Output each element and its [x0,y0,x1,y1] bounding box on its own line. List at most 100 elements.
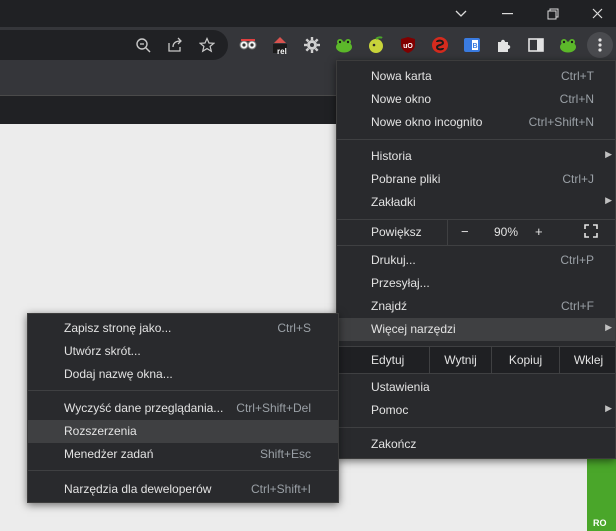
gear-icon[interactable] [300,33,324,57]
menu-item-help[interactable]: Pomoc ▶ [337,399,615,422]
copy-button[interactable]: Kopiuj [491,347,559,373]
menu-item-label: Wyczyść dane przeglądania... [64,401,224,415]
menu-item-label: Przesyłaj... [371,276,430,290]
submenu-item-dev-tools[interactable]: Narzędzia dla deweloperów Ctrl+Shift+I [28,478,338,501]
menu-separator [337,245,615,246]
menu-item-new-window[interactable]: Nowe okno Ctrl+N [337,88,615,111]
minimize-button[interactable] [484,0,530,27]
menu-item-incognito[interactable]: Nowe okno incognito Ctrl+Shift+N [337,111,615,134]
zoom-in-button[interactable]: + [535,224,543,239]
menu-item-shortcut: Ctrl+Shift+Del [236,401,311,415]
menu-item-shortcut: Ctrl+J [562,172,594,186]
menu-item-shortcut: Shift+Esc [259,447,311,461]
chrome-main-menu: Nowa karta Ctrl+T Nowe okno Ctrl+N Nowe … [336,60,616,459]
menu-item-label: Historia [371,149,412,163]
edit-label: Edytuj [371,353,405,367]
browser-toolbar: rel uO B [0,27,616,63]
menu-item-find[interactable]: Znajdź Ctrl+F [337,295,615,318]
reader-icon[interactable] [236,33,260,57]
menu-item-label: Narzędzia dla deweloperów [64,482,212,496]
menu-item-downloads[interactable]: Pobrane pliki Ctrl+J [337,168,615,191]
zoom-controls: − 90% + [447,219,616,245]
more-tools-submenu: Zapisz stronę jako... Ctrl+S Utwórz skró… [27,313,339,503]
submenu-arrow-icon: ▶ [605,195,612,205]
ublock-icon[interactable]: uO [396,33,420,57]
submenu-item-task-manager[interactable]: Menedżer zadań Shift+Esc [28,443,338,466]
lemon-icon[interactable] [364,33,388,57]
close-button[interactable] [574,0,616,27]
menu-item-label: Nowa karta [371,69,432,83]
submenu-arrow-icon: ▶ [605,322,612,332]
submenu-item-create-shortcut[interactable]: Utwórz skrót... [28,340,338,363]
zoom-out-button[interactable]: − [461,224,469,239]
zoom-value: 90% [494,225,519,239]
submenu-item-extensions[interactable]: Rozszerzenia [28,420,338,443]
menu-item-label: Znajdź [371,299,408,313]
page-side-label: RO [593,518,607,528]
address-bar[interactable] [0,30,228,60]
menu-item-history[interactable]: Historia ▶ [337,145,615,168]
menu-item-shortcut: Ctrl+P [560,253,594,267]
menu-edit-row: Edytuj Wytnij Kopiuj Wklej [337,347,615,373]
menu-item-shortcut: Ctrl+Shift+I [250,482,311,496]
submenu-arrow-icon: ▶ [605,149,612,159]
frog-icon[interactable] [332,33,356,57]
frog-icon-2[interactable] [556,33,580,57]
kebab-icon[interactable] [587,32,613,58]
sidepanel-icon[interactable] [524,33,548,57]
svg-text:uO: uO [403,43,413,50]
restore-button[interactable] [530,0,576,27]
cut-button[interactable]: Wytnij [429,347,491,373]
menu-item-label: Drukuj... [371,253,416,267]
menu-separator [28,470,338,471]
menu-item-label: Utwórz skrót... [64,344,141,358]
menu-item-label: Menedżer zadań [64,447,154,461]
svg-text:B: B [472,43,477,50]
menu-zoom-row: Powiększ − 90% + [337,219,615,245]
translate-icon[interactable]: B [460,33,484,57]
rel-icon[interactable]: rel [268,33,292,57]
menu-item-label: Więcej narzędzi [371,322,456,336]
menu-item-label: Rozszerzenia [64,424,137,438]
share-icon[interactable] [163,33,187,57]
menu-item-label: Zapisz stronę jako... [64,321,172,335]
menu-item-print[interactable]: Drukuj... Ctrl+P [337,249,615,272]
menu-item-new-tab[interactable]: Nowa karta Ctrl+T [337,65,615,88]
tab-search-chevron-icon[interactable] [438,0,484,27]
puzzle-icon[interactable] [492,33,516,57]
zoom-indicator-icon[interactable] [131,33,155,57]
menu-separator [337,373,615,374]
menu-separator [28,390,338,391]
submenu-item-save-page[interactable]: Zapisz stronę jako... Ctrl+S [28,317,338,340]
submenu-arrow-icon: ▶ [605,403,612,413]
fullscreen-icon[interactable] [584,224,598,238]
submenu-item-name-window[interactable]: Dodaj nazwę okna... [28,363,338,386]
title-bar [0,0,616,27]
menu-separator [337,139,615,140]
menu-item-label: Dodaj nazwę okna... [64,367,173,381]
menu-item-bookmarks[interactable]: Zakładki ▶ [337,191,615,214]
submenu-item-clear-data[interactable]: Wyczyść dane przeglądania... Ctrl+Shift+… [28,397,338,420]
menu-item-label: Ustawienia [371,380,430,394]
menu-item-label: Nowe okno incognito [371,115,483,129]
menu-item-shortcut: Ctrl+F [561,299,594,313]
menu-item-shortcut: Ctrl+Shift+N [528,115,594,129]
menu-item-label: Zakończ [371,437,417,451]
menu-item-exit[interactable]: Zakończ [337,433,615,456]
menu-item-shortcut: Ctrl+S [277,321,311,335]
shield-red-icon[interactable] [428,33,452,57]
menu-item-more-tools[interactable]: Więcej narzędzi ▶ [337,318,615,341]
menu-item-shortcut: Ctrl+N [559,92,594,106]
bookmark-star-icon[interactable] [195,33,219,57]
menu-item-label: Zakładki [371,195,416,209]
rel-badge: rel [277,47,287,56]
menu-item-label: Pomoc [371,403,409,417]
menu-item-settings[interactable]: Ustawienia [337,376,615,399]
menu-item-shortcut: Ctrl+T [561,69,594,83]
menu-item-label: Nowe okno [371,92,432,106]
menu-separator [337,427,615,428]
zoom-label: Powiększ [371,225,422,239]
paste-button[interactable]: Wklej [559,347,616,373]
menu-item-cast[interactable]: Przesyłaj... [337,272,615,295]
menu-item-label: Pobrane pliki [371,172,441,186]
